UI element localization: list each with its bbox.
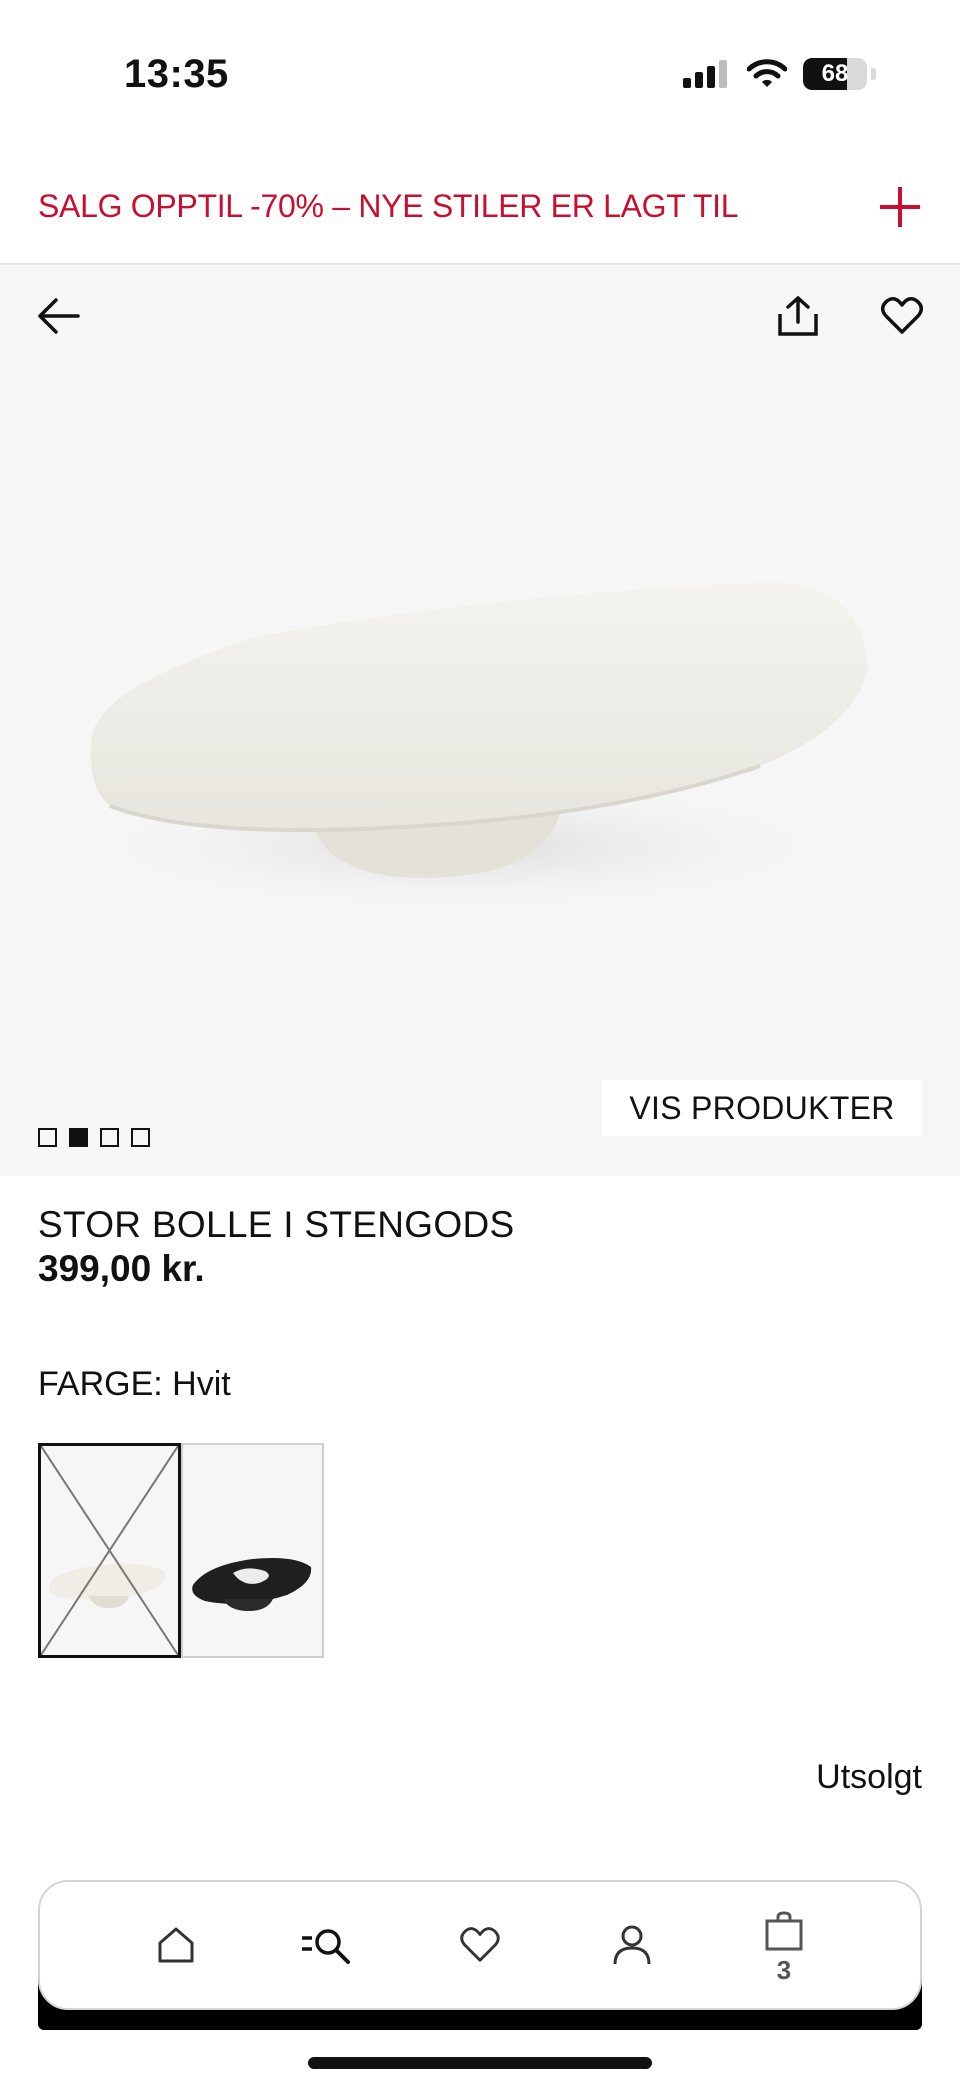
favorite-button[interactable]	[872, 286, 932, 346]
pagination-dot[interactable]	[131, 1128, 150, 1147]
wifi-icon	[747, 59, 787, 87]
cellular-signal-icon	[683, 60, 727, 88]
promo-banner[interactable]: SALG OPPTIL -70% – NYE STILER ER LAGT TI…	[0, 150, 960, 265]
plus-icon[interactable]	[878, 185, 922, 229]
image-pagination	[38, 1128, 150, 1147]
nav-search[interactable]	[288, 1905, 368, 1985]
battery-level: 68	[821, 60, 849, 87]
show-products-button[interactable]: VIS PRODUKTER	[602, 1080, 922, 1136]
product-title: STOR BOLLE I STENGODS	[38, 1204, 515, 1245]
pagination-dot[interactable]	[38, 1128, 57, 1147]
promo-text: SALG OPPTIL -70% – NYE STILER ER LAGT TI…	[38, 188, 739, 224]
product-image	[60, 581, 869, 916]
pagination-dot[interactable]	[100, 1128, 119, 1147]
heart-icon	[460, 1927, 500, 1962]
color-label: FARGE: Hvit	[38, 1365, 231, 1403]
swatch-image-white-bowl	[41, 1446, 178, 1655]
battery-cap	[871, 68, 876, 80]
back-arrow-icon	[38, 298, 80, 334]
product-image-gallery[interactable]: VIS PRODUKTER	[0, 266, 960, 1176]
nav-account[interactable]	[592, 1905, 672, 1985]
color-swatch-hvit[interactable]	[38, 1443, 181, 1658]
swatch-image-black-bowl	[192, 1558, 312, 1611]
status-time: 13:35	[124, 52, 229, 96]
product-page: 13:35 68 SALG OPPTIL -70% – NYE STILER E…	[0, 0, 960, 2087]
account-icon	[613, 1925, 651, 1965]
status-icons: 68	[683, 58, 876, 90]
nav-cart[interactable]: 3	[744, 1905, 824, 1985]
home-icon	[158, 1927, 194, 1963]
pagination-dot[interactable]	[69, 1128, 88, 1147]
availability-status: Utsolgt	[816, 1758, 922, 1796]
nav-home[interactable]	[136, 1905, 216, 1985]
share-icon	[778, 296, 818, 336]
status-bar: 13:35 68	[0, 0, 960, 150]
search-menu-icon	[302, 1929, 350, 1964]
back-button[interactable]	[28, 286, 88, 346]
battery-icon: 68	[803, 58, 867, 90]
color-swatches	[38, 1443, 324, 1658]
home-indicator	[308, 2057, 652, 2069]
color-swatch-svart[interactable]	[181, 1443, 324, 1658]
nav-favorites[interactable]	[440, 1905, 520, 1985]
heart-icon	[881, 297, 923, 334]
product-price: 399,00 kr.	[38, 1248, 205, 1289]
bottom-nav: 3	[38, 1880, 922, 2010]
cart-count-badge: 3	[776, 1955, 792, 1985]
share-button[interactable]	[768, 286, 828, 346]
shopping-bag-icon	[765, 1911, 803, 1951]
